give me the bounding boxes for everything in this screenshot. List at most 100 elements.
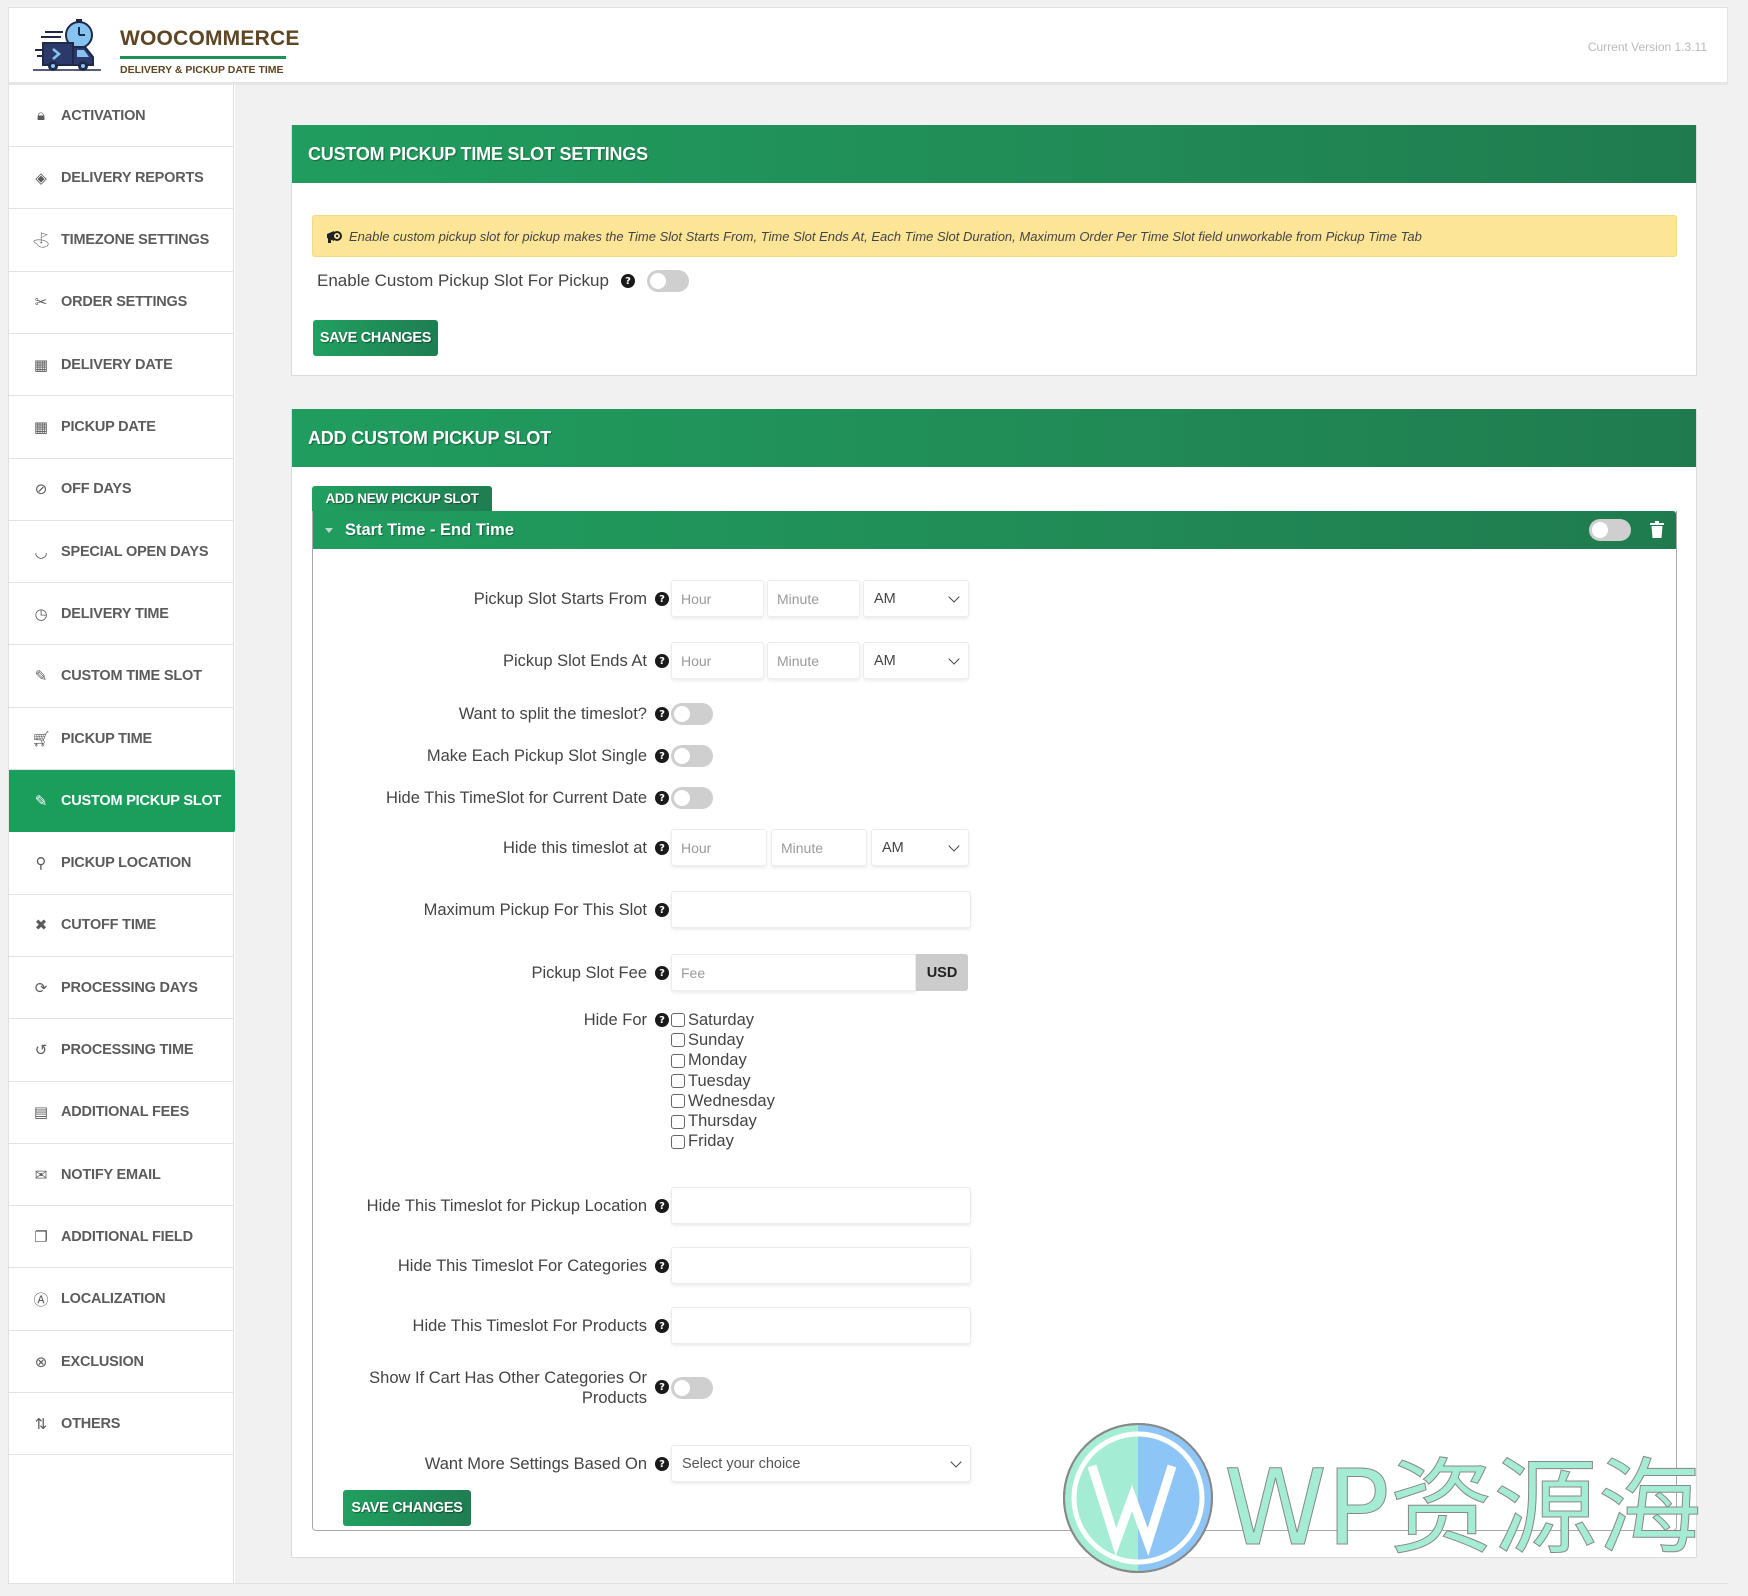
help-icon[interactable]: ? <box>655 749 669 763</box>
help-icon[interactable]: ? <box>655 707 669 721</box>
sidebar-item-pickup-time[interactable]: 🛒︎ PICKUP TIME <box>9 708 234 770</box>
end-hour-input[interactable]: Hour <box>671 642 764 679</box>
sidebar-item-pickup-location[interactable]: ⚲ PICKUP LOCATION <box>9 833 234 895</box>
sidebar-item-custom-time-slot[interactable]: ✎ CUSTOM TIME SLOT <box>9 646 234 708</box>
sidebar-item-pickup-date[interactable]: ▦ PICKUP DATE <box>9 397 234 459</box>
hide-location-multiselect[interactable] <box>671 1187 971 1224</box>
sidebar-item-additional-fees[interactable]: ▤ ADDITIONAL FEES <box>9 1082 234 1144</box>
start-ampm-select[interactable]: AM <box>863 580 969 617</box>
hide-products-multiselect[interactable] <box>671 1307 971 1344</box>
help-icon[interactable]: ? <box>655 1457 669 1471</box>
help-icon[interactable]: ? <box>655 966 669 980</box>
cart-icon: 🛒︎ <box>31 730 51 748</box>
checkbox-tuesday[interactable] <box>671 1074 685 1089</box>
sidebar-item-delivery-time[interactable]: ◷ DELIVERY TIME <box>9 583 234 646</box>
help-icon[interactable]: ? <box>655 592 669 606</box>
help-icon[interactable]: ? <box>655 791 669 805</box>
sidebar-item-order-settings[interactable]: ✂ ORDER SETTINGS <box>9 272 234 334</box>
sidebar-item-timezone-settings[interactable]: ⛳︎ TIMEZONE SETTINGS <box>9 210 234 272</box>
help-icon[interactable]: ? <box>655 1199 669 1213</box>
end-minute-input[interactable]: Minute <box>767 642 860 679</box>
slot-enable-toggle[interactable] <box>1589 519 1631 541</box>
day-checkbox-row[interactable]: Saturday <box>671 1010 775 1030</box>
enable-custom-slot-toggle[interactable] <box>646 270 689 292</box>
checkbox-sunday[interactable] <box>671 1033 685 1048</box>
history-icon: ↺ <box>34 1042 48 1059</box>
field-label: Hide This Timeslot For Products <box>412 1317 647 1335</box>
checkbox-friday[interactable] <box>671 1134 685 1149</box>
panel-title: ADD CUSTOM PICKUP SLOT <box>308 427 551 448</box>
help-icon[interactable]: ? <box>655 1380 669 1394</box>
notice-text: Enable custom pickup slot for pickup mak… <box>349 228 1422 244</box>
hide-hour-input[interactable]: Hour <box>671 829 767 866</box>
help-icon[interactable]: ? <box>620 274 635 288</box>
save-changes-button[interactable]: SAVE CHANGES <box>343 1490 471 1526</box>
help-icon[interactable]: ? <box>655 1319 669 1333</box>
caret-down-icon[interactable] <box>325 527 333 533</box>
help-icon[interactable]: ? <box>655 1013 669 1027</box>
fee-input[interactable]: Fee <box>671 954 916 991</box>
field-label: Hide This TimeSlot for Current Date <box>385 789 647 807</box>
hide-categories-multiselect[interactable] <box>671 1247 971 1284</box>
info-notice: Enable custom pickup slot for pickup mak… <box>312 215 1677 257</box>
save-changes-button[interactable]: SAVE CHANGES <box>313 320 438 356</box>
max-pickup-input[interactable] <box>671 891 971 928</box>
add-new-pickup-slot-button[interactable]: ADD NEW PICKUP SLOT <box>312 486 492 511</box>
sidebar-item-custom-pickup-slot[interactable]: ✎ CUSTOM PICKUP SLOT <box>9 770 264 833</box>
day-checkbox-row[interactable]: Wednesday <box>671 1091 775 1111</box>
tag-icon: ◈ <box>35 169 47 187</box>
slot-accordion-header[interactable]: Start Time - End Time <box>313 511 1676 549</box>
hide-ampm-select[interactable]: AM <box>871 829 969 866</box>
sidebar-item-others[interactable]: ⇅ OTHERS <box>9 1393 234 1456</box>
checkbox-thursday[interactable] <box>671 1114 685 1129</box>
sidebar-nav: 🔒︎ ACTIVATION ◈ DELIVERY REPORTS ⛳︎ TIMEZONE … <box>9 85 264 1583</box>
plugin-header: WOOCOMMERCE DELIVERY & PICKUP DATE TIME … <box>9 8 1727 85</box>
split-timeslot-toggle[interactable] <box>671 703 713 725</box>
hide-minute-input[interactable]: Minute <box>771 829 867 866</box>
sort-icon: ⇅ <box>34 1415 48 1433</box>
sidebar-item-processing-days[interactable]: ⟳ PROCESSING DAYS <box>9 957 234 1020</box>
field-label: Maximum Pickup For This Slot <box>423 901 647 919</box>
sidebar-item-delivery-reports[interactable]: ◈ DELIVERY REPORTS <box>9 147 234 210</box>
sidebar-item-special-open-days[interactable]: ◡ SPECIAL OPEN DAYS <box>9 521 234 584</box>
sidebar-item-processing-time[interactable]: ↺ PROCESSING TIME <box>9 1020 234 1082</box>
sidebar-item-cutoff-time[interactable]: ✖ CUTOFF TIME <box>9 895 234 957</box>
sidebar-item-notify-email[interactable]: ✉ NOTIFY EMAIL <box>9 1144 234 1207</box>
enable-custom-slot-label: Enable Custom Pickup Slot For Pickup <box>317 271 609 290</box>
sidebar-item-activation[interactable]: 🔒︎ ACTIVATION <box>9 85 234 147</box>
day-label: Wednesday <box>688 1091 775 1110</box>
checkbox-saturday[interactable] <box>671 1013 685 1028</box>
sidebar-item-localization[interactable]: Ⓐ LOCALIZATION <box>9 1269 234 1331</box>
sidebar-item-label: PICKUP LOCATION <box>61 855 192 872</box>
sidebar-item-additional-field[interactable]: ❐ ADDITIONAL FIELD <box>9 1206 234 1269</box>
show-if-cart-toggle[interactable] <box>671 1377 713 1399</box>
panel-header: CUSTOM PICKUP TIME SLOT SETTINGS <box>292 125 1696 183</box>
help-icon[interactable]: ? <box>655 654 669 668</box>
field-label: Pickup Slot Ends At <box>503 652 647 670</box>
single-slot-toggle[interactable] <box>671 745 713 767</box>
day-checkbox-row[interactable]: Friday <box>671 1132 775 1152</box>
sidebar-item-exclusion[interactable]: ⊗ EXCLUSION <box>9 1331 234 1393</box>
start-minute-input[interactable]: Minute <box>767 580 860 617</box>
start-hour-input[interactable]: Hour <box>671 580 764 617</box>
checkbox-wednesday[interactable] <box>671 1094 685 1109</box>
hide-current-date-toggle[interactable] <box>671 787 713 809</box>
checkbox-monday[interactable] <box>671 1053 685 1068</box>
end-ampm-select[interactable]: AM <box>863 642 969 679</box>
sidebar-item-label: SPECIAL OPEN DAYS <box>61 543 209 560</box>
sidebar-item-off-days[interactable]: ⊘ OFF DAYS <box>9 459 234 521</box>
day-label: Thursday <box>688 1112 757 1131</box>
help-icon[interactable]: ? <box>655 1259 669 1273</box>
day-checkbox-row[interactable]: Tuesday <box>671 1071 775 1091</box>
chevron-down-icon <box>948 591 960 603</box>
help-icon[interactable]: ? <box>655 841 669 855</box>
trash-icon[interactable] <box>1650 521 1664 538</box>
selected-value: AM <box>874 590 896 607</box>
sidebar-item-delivery-date[interactable]: ▦ DELIVERY DATE <box>9 334 234 397</box>
help-icon[interactable]: ? <box>655 903 669 917</box>
more-settings-select[interactable]: Select your choice <box>671 1445 971 1482</box>
day-checkbox-row[interactable]: Monday <box>671 1051 775 1071</box>
day-checkbox-row[interactable]: Thursday <box>671 1111 775 1131</box>
day-label: Sunday <box>688 1030 744 1049</box>
day-checkbox-row[interactable]: Sunday <box>671 1030 775 1050</box>
